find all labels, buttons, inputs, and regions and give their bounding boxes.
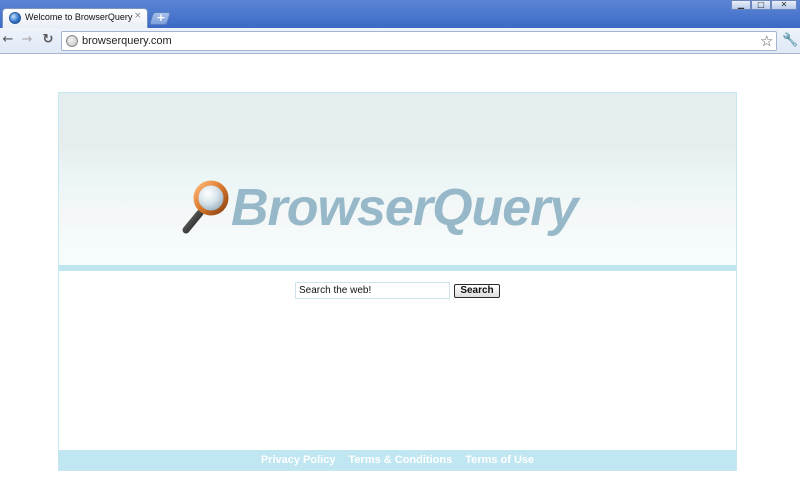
privacy-policy-link[interactable]: Privacy Policy xyxy=(261,454,336,466)
page-icon xyxy=(66,35,78,47)
search-form: Search xyxy=(295,282,505,302)
star-icon[interactable]: ☆ xyxy=(760,32,773,50)
header-banner: BrowserQuery xyxy=(59,93,736,265)
magnifier-icon xyxy=(182,180,229,234)
globe-icon xyxy=(9,12,21,24)
logo-text: BrowserQuery xyxy=(231,179,578,237)
terms-of-use-link[interactable]: Terms of Use xyxy=(465,454,534,466)
address-url[interactable]: browserquery.com xyxy=(82,35,172,47)
footer: Privacy Policy Terms & Conditions Terms … xyxy=(59,450,736,470)
browser-titlebar: Welcome to BrowserQuery × + ▁ □ ✕ xyxy=(0,0,800,28)
tab-close-button[interactable]: × xyxy=(134,11,142,21)
browser-tab[interactable]: Welcome to BrowserQuery × xyxy=(2,8,148,28)
page-container: BrowserQuery Search Privacy Policy Terms… xyxy=(58,92,737,471)
wrench-icon[interactable]: 🔧 xyxy=(782,33,798,48)
forward-button[interactable]: → xyxy=(19,32,35,48)
back-button[interactable]: ← xyxy=(0,32,16,48)
search-input[interactable] xyxy=(295,282,450,299)
minimize-button[interactable]: ▁ xyxy=(731,0,751,10)
maximize-button[interactable]: □ xyxy=(751,0,771,10)
plus-icon: + xyxy=(156,11,166,24)
banner-divider xyxy=(59,265,736,271)
terms-conditions-link[interactable]: Terms & Conditions xyxy=(349,454,453,466)
new-tab-button[interactable]: + xyxy=(148,11,172,25)
address-bar[interactable]: browserquery.com ☆ xyxy=(61,31,777,51)
logo: BrowserQuery xyxy=(181,176,619,244)
search-button[interactable]: Search xyxy=(454,284,500,298)
browser-toolbar: ← → ↻ browserquery.com ☆ 🔧 xyxy=(0,28,800,54)
close-window-button[interactable]: ✕ xyxy=(771,0,797,10)
tab-title: Welcome to BrowserQuery xyxy=(25,12,133,22)
reload-button[interactable]: ↻ xyxy=(40,32,56,48)
